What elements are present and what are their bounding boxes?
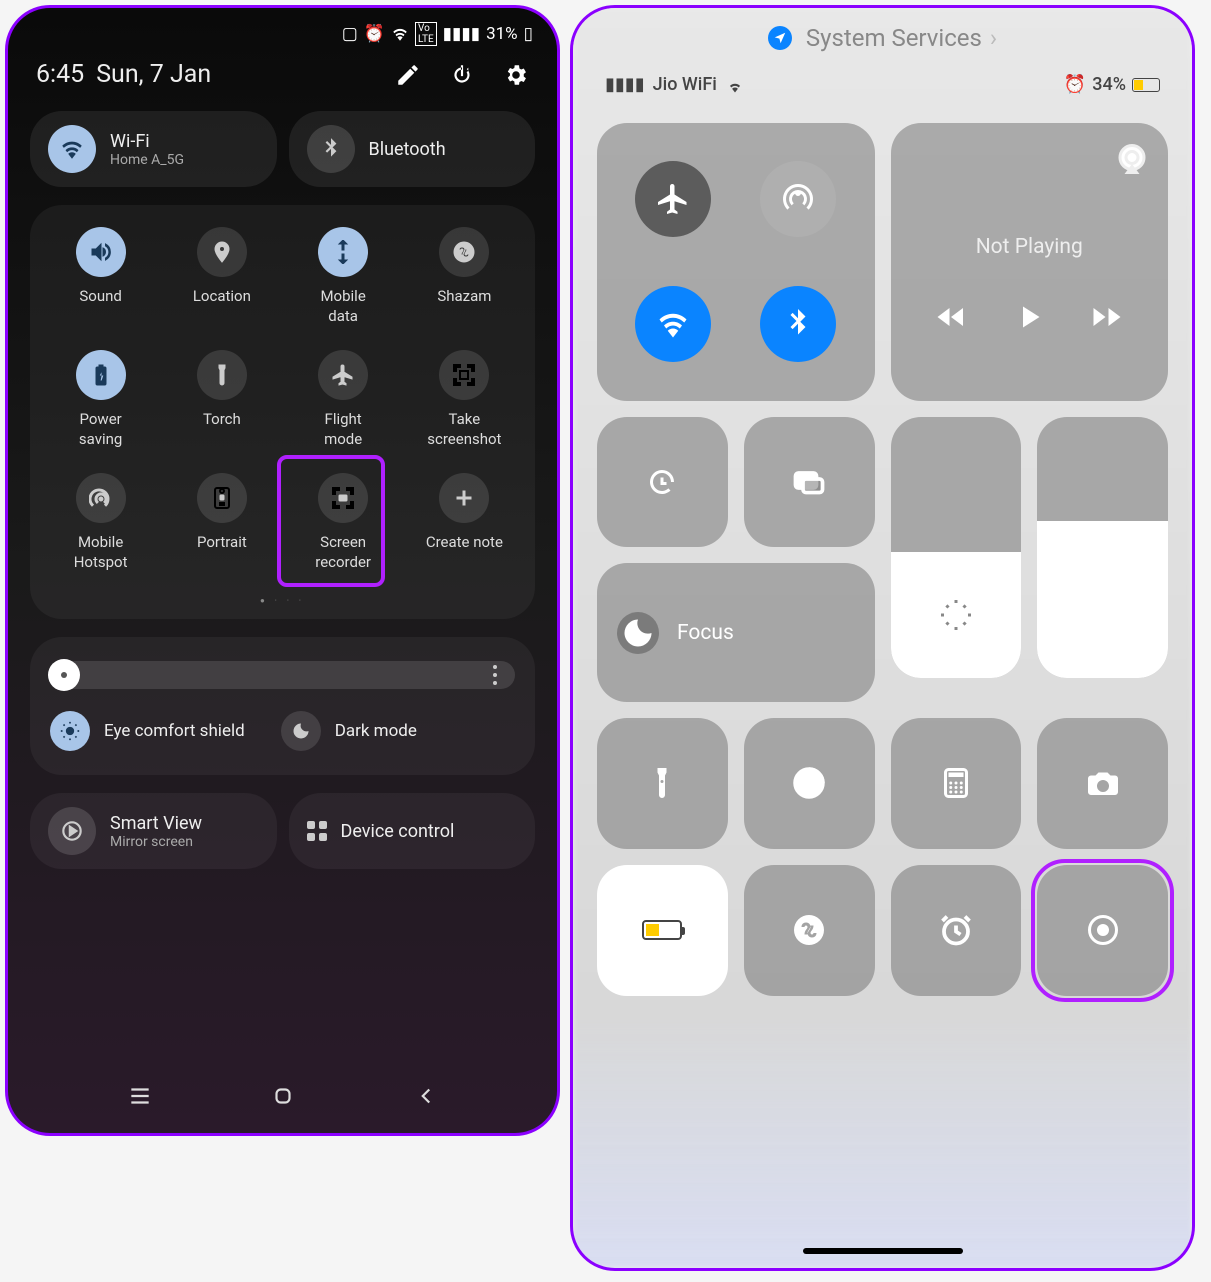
camera[interactable] bbox=[1037, 718, 1168, 849]
dark-mode-toggle[interactable]: Dark mode bbox=[281, 711, 417, 751]
shazam[interactable] bbox=[744, 865, 875, 996]
clock-date: 6:45 Sun, 7 Jan bbox=[36, 60, 211, 89]
location-icon bbox=[768, 26, 792, 50]
device-control-tile[interactable]: Device control bbox=[289, 793, 536, 869]
connectivity-group bbox=[597, 123, 875, 401]
brightness-slider[interactable] bbox=[891, 417, 1022, 679]
brightness-panel: Eye comfort shield Dark mode bbox=[30, 637, 535, 775]
eye-comfort-toggle[interactable]: Eye comfort shield bbox=[50, 711, 245, 751]
low-power-mode[interactable] bbox=[597, 865, 728, 996]
battery-saver-icon: ▢ bbox=[342, 24, 358, 44]
chevron-right-icon: › bbox=[990, 24, 997, 52]
ios-control-center: System Services › ▮▮▮▮ Jio WiFi ⏰ 34% No… bbox=[570, 5, 1195, 1271]
tile-create note[interactable]: Create note bbox=[408, 473, 520, 572]
smart-view-tile[interactable]: Smart View Mirror screen bbox=[30, 793, 277, 869]
tile-portrait[interactable]: Portrait bbox=[166, 473, 278, 572]
home-button[interactable] bbox=[270, 1083, 296, 1109]
tile-take-screenshot[interactable]: Takescreenshot bbox=[408, 350, 520, 449]
brightness-thumb bbox=[48, 659, 80, 691]
recents-button[interactable] bbox=[127, 1083, 153, 1109]
tile-flight-mode[interactable]: Flightmode bbox=[287, 350, 399, 449]
grid-icon bbox=[307, 821, 327, 841]
screen-record[interactable] bbox=[1037, 865, 1168, 996]
status-bar: ▢ ⏰ VoLTE ▮▮▮▮ 31% ▯ bbox=[8, 8, 557, 46]
wifi-icon bbox=[391, 25, 409, 43]
volte-icon: VoLTE bbox=[415, 22, 437, 46]
settings-icon[interactable] bbox=[503, 62, 529, 88]
tile-shazam[interactable]: Shazam bbox=[408, 227, 520, 326]
bluetooth-tile[interactable]: Bluetooth bbox=[289, 111, 536, 187]
moon-icon bbox=[617, 612, 659, 654]
qs-tiles-panel: SoundLocationMobiledataShazam Powersavin… bbox=[30, 205, 535, 619]
media-player[interactable]: Not Playing bbox=[891, 123, 1169, 401]
power-icon[interactable] bbox=[449, 62, 475, 88]
screen-mirroring[interactable] bbox=[744, 417, 875, 548]
wifi-tile[interactable]: Wi-Fi Home A_5G bbox=[30, 111, 277, 187]
signal-icon: ▮▮▮▮ bbox=[443, 24, 480, 44]
wifi-icon bbox=[725, 75, 745, 95]
edit-icon[interactable] bbox=[395, 62, 421, 88]
carrier: Jio WiFi bbox=[653, 74, 717, 95]
tile-location[interactable]: Location bbox=[166, 227, 278, 326]
volume-slider[interactable] bbox=[1037, 417, 1168, 679]
orientation-lock[interactable] bbox=[597, 417, 728, 548]
tile-mobile-data[interactable]: Mobiledata bbox=[287, 227, 399, 326]
battery-icon: ▯ bbox=[524, 24, 533, 44]
page-dots: ● · · · bbox=[40, 596, 525, 605]
focus-toggle[interactable]: Focus bbox=[597, 563, 875, 702]
cellular-toggle[interactable] bbox=[760, 161, 836, 237]
alarm[interactable] bbox=[891, 865, 1022, 996]
brightness-slider[interactable] bbox=[50, 661, 515, 689]
home-indicator[interactable] bbox=[803, 1248, 963, 1254]
back-button[interactable] bbox=[413, 1083, 439, 1109]
bluetooth-toggle[interactable] bbox=[760, 286, 836, 362]
tile-torch[interactable]: Torch bbox=[166, 350, 278, 449]
nav-bar bbox=[8, 1083, 557, 1109]
timer[interactable] bbox=[744, 718, 875, 849]
alarm-icon: ⏰ bbox=[364, 24, 385, 44]
tile-screen-recorder[interactable]: Screenrecorder bbox=[287, 473, 399, 572]
more-icon[interactable] bbox=[493, 665, 497, 685]
battery-percent: 34% bbox=[1092, 74, 1126, 95]
qs-header: 6:45 Sun, 7 Jan bbox=[8, 46, 557, 93]
tile-power-saving[interactable]: Powersaving bbox=[45, 350, 157, 449]
flashlight[interactable] bbox=[597, 718, 728, 849]
rewind-icon bbox=[933, 299, 969, 335]
calculator[interactable] bbox=[891, 718, 1022, 849]
battery-percent: 31% bbox=[486, 24, 518, 44]
android-quick-settings: ▢ ⏰ VoLTE ▮▮▮▮ 31% ▯ 6:45 Sun, 7 Jan Wi-… bbox=[5, 5, 560, 1136]
airplane-toggle[interactable] bbox=[635, 161, 711, 237]
cast-icon bbox=[48, 807, 96, 855]
tile-sound[interactable]: Sound bbox=[45, 227, 157, 326]
airplay-icon bbox=[1114, 141, 1150, 181]
forward-icon bbox=[1089, 299, 1125, 335]
play-icon bbox=[1011, 299, 1047, 335]
wifi-toggle[interactable] bbox=[635, 286, 711, 362]
alarm-icon: ⏰ bbox=[1064, 74, 1086, 95]
wifi-icon bbox=[48, 125, 96, 173]
signal-icon: ▮▮▮▮ bbox=[605, 74, 645, 95]
bluetooth-icon bbox=[307, 125, 355, 173]
status-bar: ▮▮▮▮ Jio WiFi ⏰ 34% bbox=[573, 52, 1192, 105]
tile-mobile-hotspot[interactable]: MobileHotspot bbox=[45, 473, 157, 572]
breadcrumb[interactable]: System Services › bbox=[573, 8, 1192, 52]
battery-icon bbox=[1132, 78, 1160, 92]
